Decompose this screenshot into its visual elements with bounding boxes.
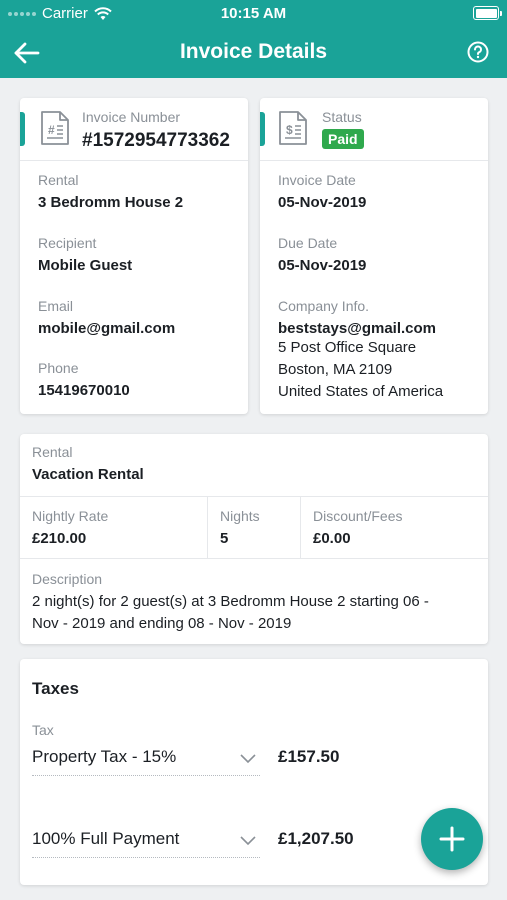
- clock: 10:15 AM: [220, 5, 287, 22]
- phone-label: Phone: [38, 360, 79, 376]
- select-underline: [32, 775, 260, 776]
- svg-text:$: $: [286, 123, 293, 137]
- email-label: Email: [38, 298, 74, 314]
- help-icon[interactable]: [467, 41, 489, 63]
- battery-icon: [473, 6, 502, 20]
- invoice-number-label: Invoice Number: [82, 109, 181, 125]
- status-card: $ Status Paid Invoice Date 05-Nov-2019 D…: [260, 98, 488, 414]
- rental-details-card: Rental Vacation Rental Nightly Rate £210…: [20, 434, 488, 644]
- card-accent: [20, 112, 25, 146]
- status-label: Status: [322, 109, 362, 125]
- nightly-rate-field: Nightly Rate £210.00: [32, 508, 108, 547]
- invoice-date-label: Invoice Date: [278, 172, 356, 188]
- rental-type-label: Rental: [32, 444, 73, 460]
- status-badge: Paid: [322, 129, 364, 149]
- phone-value: 15419670010: [38, 382, 130, 399]
- company-info-field: Company Info. beststays@gmail.com 5 Post…: [278, 298, 443, 403]
- card-divider: [20, 160, 248, 161]
- invoice-date-field: Invoice Date 05-Nov-2019: [278, 172, 366, 211]
- recipient-field: Recipient Mobile Guest: [38, 235, 132, 274]
- email-value: mobile@gmail.com: [38, 320, 176, 337]
- nights-field: Nights 5: [220, 508, 260, 547]
- taxes-title: Taxes: [32, 679, 79, 698]
- due-date-field: Due Date 05-Nov-2019: [278, 235, 366, 274]
- company-address-line-3: United States of America: [278, 383, 444, 400]
- chevron-down-icon: [240, 836, 256, 846]
- svg-text:#: #: [48, 123, 55, 137]
- page-title: Invoice Details: [179, 40, 328, 63]
- row-divider: [20, 496, 488, 497]
- recipient-value: Mobile Guest: [38, 257, 133, 274]
- column-divider: [207, 496, 208, 558]
- chevron-down-icon: [240, 754, 256, 764]
- card-accent: [260, 112, 265, 146]
- invoice-document-icon: #: [41, 111, 69, 145]
- company-info-label: Company Info.: [278, 298, 370, 314]
- description-field: Description 2 night(s) for 2 guest(s) at…: [32, 571, 429, 635]
- column-divider: [300, 496, 301, 558]
- nightly-rate-value: £210.00: [32, 530, 87, 547]
- invoice-card: # Invoice Number #1572954773362 Rental 3…: [20, 98, 248, 414]
- add-button[interactable]: [421, 808, 483, 870]
- nights-label: Nights: [220, 508, 260, 524]
- receipt-dollar-icon: $: [279, 111, 307, 145]
- company-address-line-1: 5 Post Office Square: [278, 339, 417, 356]
- rental-value: 3 Bedromm House 2: [38, 194, 184, 211]
- discount-label: Discount/Fees: [313, 508, 403, 524]
- nights-value: 5: [220, 530, 229, 547]
- phone-field: Phone 15419670010: [38, 360, 130, 399]
- tax-select-value: Property Tax - 15%: [32, 747, 177, 766]
- email-field: Email mobile@gmail.com: [38, 298, 175, 337]
- payment-select[interactable]: 100% Full Payment: [32, 823, 260, 859]
- tax-label: Tax: [32, 722, 54, 738]
- rental-field: Rental 3 Bedromm House 2: [38, 172, 183, 211]
- plus-icon: [439, 826, 465, 852]
- payment-select-value: 100% Full Payment: [32, 829, 180, 848]
- payment-amount: £1,207.50: [278, 829, 354, 848]
- rental-type-field: Rental Vacation Rental: [32, 444, 144, 483]
- due-date-value: 05-Nov-2019: [278, 257, 367, 274]
- description-line-1: 2 night(s) for 2 guest(s) at 3 Bedromm H…: [32, 593, 429, 610]
- description-line-2: Nov - 2019 and ending 08 - Nov - 2019: [32, 615, 292, 632]
- row-divider: [20, 558, 488, 559]
- tax-amount: £157.50: [278, 747, 340, 766]
- company-email: beststays@gmail.com: [278, 320, 437, 337]
- due-date-label: Due Date: [278, 235, 338, 251]
- card-divider: [260, 160, 488, 161]
- rental-type-value: Vacation Rental: [32, 466, 144, 483]
- taxes-card: Taxes Tax Property Tax - 15% £157.50 100…: [20, 659, 488, 885]
- rental-label: Rental: [38, 172, 79, 188]
- discount-field: Discount/Fees £0.00: [313, 508, 402, 547]
- nightly-rate-label: Nightly Rate: [32, 508, 109, 524]
- company-address-line-2: Boston, MA 2109: [278, 361, 393, 378]
- recipient-label: Recipient: [38, 235, 97, 251]
- select-underline: [32, 857, 260, 858]
- status-bar: Carrier 10:15 AM: [0, 0, 507, 28]
- discount-value: £0.00: [313, 530, 351, 547]
- invoice-number-value: #1572954773362: [82, 130, 230, 151]
- nav-bar: Invoice Details: [0, 28, 507, 78]
- invoice-date-value: 05-Nov-2019: [278, 194, 367, 211]
- description-label: Description: [32, 571, 103, 587]
- tax-select[interactable]: Property Tax - 15%: [32, 741, 260, 777]
